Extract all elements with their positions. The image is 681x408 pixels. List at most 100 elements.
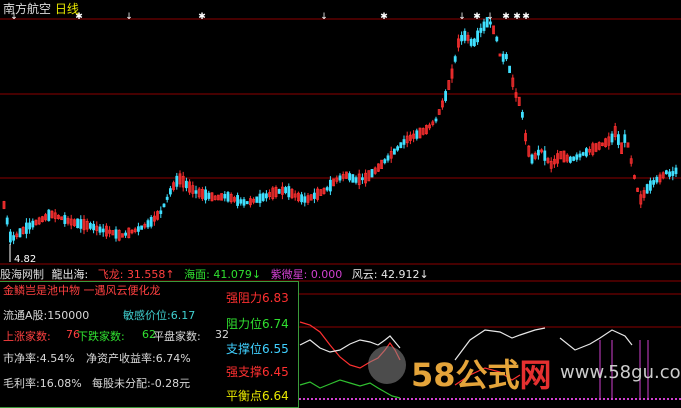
candle-body (258, 193, 262, 204)
gross-margin: 毛利率:16.08% (3, 377, 82, 390)
candle-body (460, 35, 464, 42)
candle-body (504, 54, 508, 60)
star-signal-icon: ✱ (522, 12, 530, 22)
candle-body (328, 179, 332, 192)
candle-body (569, 156, 572, 163)
candle-body (585, 148, 588, 157)
candle-body (303, 196, 307, 203)
candle-body (325, 187, 329, 191)
sensitive-price: 敏感价位:6.17 (123, 309, 196, 322)
candle-body (28, 222, 32, 230)
candle-body (159, 210, 163, 214)
star-signal-icon: ✱ (502, 12, 510, 22)
candle-body (204, 189, 208, 201)
candle-body (245, 201, 249, 205)
candle-body (114, 229, 118, 239)
stock-name: 南方航空 (3, 2, 52, 16)
candle-body (261, 193, 265, 201)
level-support: 支撑位6.55 (226, 342, 289, 356)
candle-body (149, 216, 153, 227)
candle-body (668, 171, 671, 177)
level-balance: 平衡点6.64 (226, 389, 289, 403)
falling-count: 下跌家数: (77, 330, 125, 343)
candle-body (184, 180, 188, 189)
pb-ratio: 市净率:4.54% (3, 352, 75, 365)
ind-item-fengyun: 风云: 42.912↓ (351, 268, 429, 281)
candle-body (287, 186, 291, 198)
candle-body (396, 146, 400, 151)
candle-body (31, 220, 35, 228)
candle-body (300, 194, 304, 203)
candle-body (146, 220, 150, 228)
arrow-signal-icon: ↓ (125, 12, 133, 22)
candle-body (645, 184, 649, 194)
candle-body (463, 30, 467, 41)
candle-body (575, 154, 579, 160)
float-shares: 流通A股:150000 (3, 309, 90, 322)
arrow-signal-icon: ↓ (486, 12, 494, 22)
candle-body (610, 133, 614, 143)
candle-body (508, 65, 512, 74)
stock-chart-window: ↓ ✱ ↓ ✱ ↓ ✱ ↓ ✱ ↓ ✱ ✱ ✱ 南方航空 日线 4.82 股海网制 龍出海: 飞龙: … (0, 0, 681, 408)
candle-body (348, 173, 352, 181)
indicator-name[interactable]: 股海网制 (0, 268, 44, 281)
arrow-signal-icon: ↓ (320, 12, 328, 22)
candle-body (383, 159, 387, 164)
candle-body (399, 142, 403, 149)
candle-body (223, 194, 227, 199)
candle-body (92, 223, 95, 231)
candle-body (18, 228, 22, 238)
level-strong-resistance: 强阻力6.83 (226, 291, 289, 305)
candle-body (402, 139, 406, 145)
candle-body (239, 199, 243, 204)
candle-body (501, 53, 505, 62)
candle-body (370, 169, 374, 178)
star-signal-icon: ✱ (380, 12, 388, 22)
candle-body (623, 134, 627, 143)
candle-body (124, 232, 127, 236)
candle-body (24, 222, 28, 234)
candle-body (5, 217, 9, 225)
candle-body (581, 152, 585, 156)
candle-body (472, 38, 476, 47)
candle-body (488, 21, 492, 25)
candle-body (453, 56, 457, 62)
candle-body (386, 155, 390, 161)
indicator-bar: 股海网制 龍出海: 飞龙: 31.558↑ 海面: 41.079↓ 紫微星: 0… (0, 266, 429, 282)
watermark-url: www.58gu.com (560, 362, 681, 383)
candle-body (495, 36, 499, 42)
chart-title: 南方航空 日线 (3, 0, 79, 17)
watermark-58gongshi: 58公式网 (411, 356, 552, 394)
candle-body (312, 192, 316, 199)
low-price-label: 4.82 (14, 254, 37, 265)
candle-body (392, 148, 396, 155)
ind-item-haimian: 海面: 41.079↓ (184, 268, 262, 281)
candle-body (674, 167, 678, 175)
candle-body (140, 225, 144, 230)
level-strong-support: 强支撑6.45 (226, 365, 289, 379)
timeframe-label[interactable]: 日线 (55, 2, 79, 16)
candle-body (521, 111, 524, 118)
candle-body (482, 21, 486, 31)
candle-body (89, 223, 92, 229)
candle-body (284, 187, 288, 194)
roe: 净资产收益率:6.74% (86, 352, 191, 365)
ind-item-ziweixing: 紫微星: 0.000 (270, 268, 343, 281)
candle-body (63, 215, 67, 224)
candle-body (236, 195, 240, 206)
undistributed-profit: 每股未分配:-0.28元 (92, 377, 191, 390)
candle-body (537, 149, 540, 156)
candle-body (360, 177, 364, 181)
candle-body (617, 134, 620, 145)
candle-body (168, 188, 172, 195)
candle-body (476, 30, 480, 43)
candle-body (469, 39, 473, 46)
candle-body (543, 150, 547, 161)
star-signal-icon: ✱ (513, 12, 521, 22)
white-oscillator-line-far (559, 329, 633, 351)
watermark-logo-icon (368, 346, 406, 384)
candle-body (444, 91, 448, 101)
candle-body (8, 231, 12, 243)
level-resistance: 阻力位6.74 (226, 317, 289, 331)
flat-count: 平盘家数: (153, 330, 201, 343)
